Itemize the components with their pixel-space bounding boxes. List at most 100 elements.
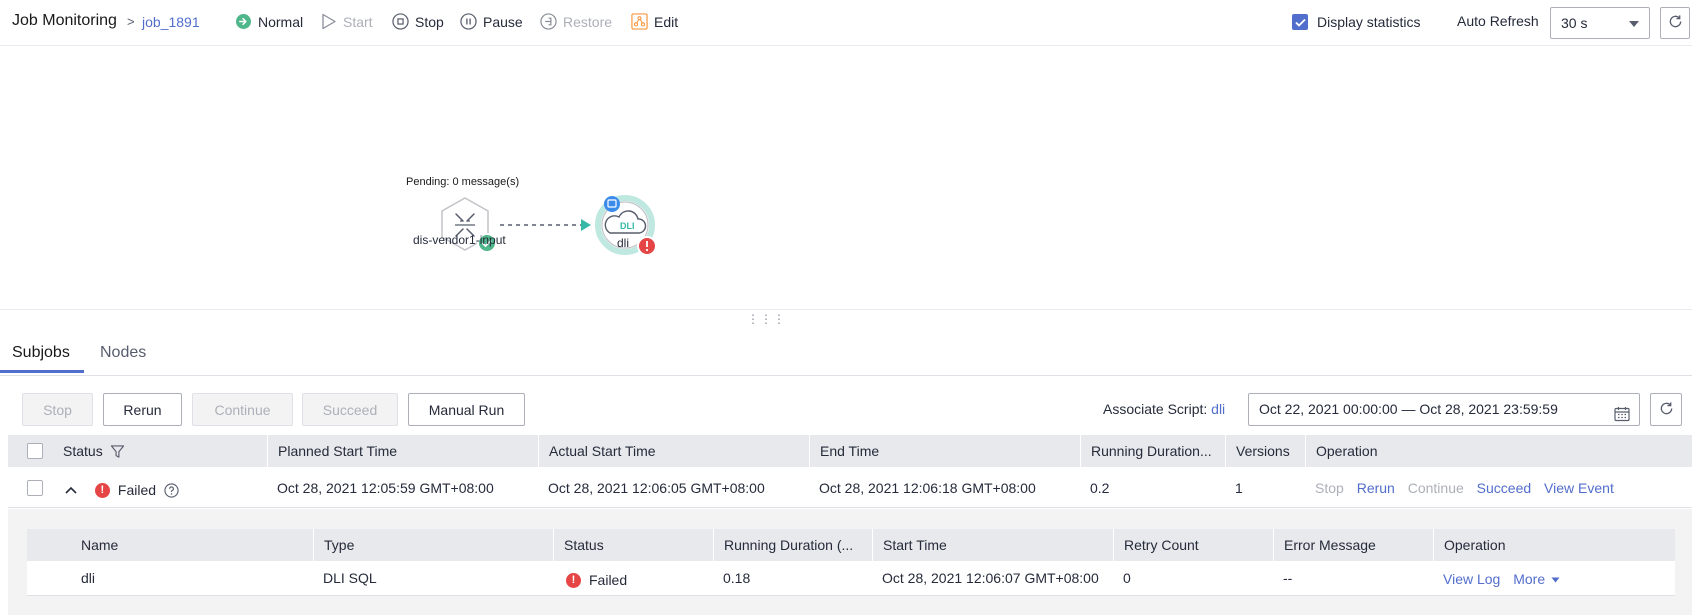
dag-graph (441, 195, 657, 256)
select-all-checkbox[interactable] (27, 443, 43, 459)
expand-chevron-icon[interactable] (65, 469, 77, 509)
col-actual-start[interactable]: Actual Start Time (538, 435, 809, 467)
more-label: More (1513, 571, 1546, 587)
chevron-down-icon (1629, 21, 1639, 27)
display-statistics-checkbox[interactable] (1292, 14, 1308, 30)
target-node-badge: DLI (620, 221, 635, 231)
failed-icon: ! (566, 573, 581, 588)
node-status-text: Failed (589, 572, 628, 588)
restore-icon (540, 13, 557, 30)
rerun-button[interactable]: Rerun (103, 393, 182, 426)
col-status[interactable]: Status (53, 435, 267, 467)
nodes-table-header: Name Type Status Running Duration (... S… (27, 529, 1675, 561)
node-retry-count: 0 (1123, 570, 1131, 586)
play-icon (320, 13, 337, 30)
job-state: Normal (235, 13, 303, 30)
refresh-button[interactable] (1660, 7, 1690, 39)
stop-icon (392, 13, 409, 30)
col-node-status[interactable]: Status (553, 529, 713, 561)
job-dag-canvas[interactable]: Pending: 0 message(s) DLI dis-vendor1-in… (0, 47, 1692, 310)
associate-script-label: Associate Script: (1103, 401, 1208, 417)
normal-status-icon (235, 13, 252, 30)
failed-icon: ! (94, 482, 110, 498)
col-start-time[interactable]: Start Time (872, 529, 1113, 561)
continue-button[interactable]: Continue (192, 393, 293, 426)
node-row[interactable]: dli DLI SQL ! Failed 0.18 Oct 28, 2021 1… (27, 561, 1675, 596)
manual-run-button[interactable]: Manual Run (408, 393, 525, 426)
restore-label: Restore (563, 13, 613, 30)
display-statistics-toggle[interactable]: Display statistics (1292, 14, 1420, 30)
row-duration: 0.2 (1090, 480, 1110, 496)
help-icon[interactable] (164, 482, 179, 498)
row-continue-link[interactable]: Continue (1408, 480, 1464, 496)
col-name[interactable]: Name (27, 529, 313, 561)
error-badge-icon (637, 236, 657, 256)
stop-subjob-button[interactable]: Stop (22, 393, 93, 426)
auto-refresh-label: Auto Refresh (1457, 13, 1539, 29)
breadcrumb-job-link[interactable]: job_1891 (142, 14, 200, 30)
col-retry-count[interactable]: Retry Count (1113, 529, 1273, 561)
edit-button[interactable]: Edit (631, 13, 678, 30)
node-type: DLI SQL (323, 570, 377, 586)
target-node-label: dli (617, 236, 630, 250)
row-operations: Stop Rerun Continue Succeed View Event (1305, 468, 1623, 508)
filter-icon[interactable] (110, 438, 125, 467)
source-node-label: dis-vendor1-input (413, 233, 506, 247)
node-status-badge: ! Failed (566, 563, 627, 598)
row-versions: 1 (1235, 480, 1243, 496)
job-state-label: Normal (258, 13, 304, 30)
col-end-time[interactable]: End Time (809, 435, 1080, 467)
table-row[interactable]: ! Failed Oct 28, 2021 12:05:59 GMT+08:00… (8, 468, 1692, 508)
auto-refresh-select[interactable]: 30 s (1550, 7, 1650, 39)
succeed-button[interactable]: Succeed (302, 393, 398, 426)
resize-handle[interactable]: ⋮⋮⋮ (747, 313, 786, 325)
monitor-badge-icon (604, 196, 620, 212)
row-rerun-link[interactable]: Rerun (1357, 480, 1395, 496)
status-badge: ! Failed (94, 470, 179, 510)
col-error-message[interactable]: Error Message (1273, 529, 1433, 561)
display-statistics-label: Display statistics (1317, 14, 1421, 30)
start-button[interactable]: Start (320, 13, 373, 30)
pause-button[interactable]: Pause (460, 13, 523, 30)
row-planned-start: Oct 28, 2021 12:05:59 GMT+08:00 (277, 480, 494, 496)
row-actual-start: Oct 28, 2021 12:06:05 GMT+08:00 (548, 480, 765, 496)
refresh-icon (1668, 14, 1683, 32)
row-checkbox[interactable] (27, 480, 43, 496)
col-running-duration[interactable]: Running Duration... (1080, 435, 1225, 467)
row-succeed-link[interactable]: Succeed (1477, 480, 1531, 496)
more-dropdown[interactable]: More (1513, 571, 1560, 587)
status-text: Failed (117, 482, 157, 498)
node-operations: View Log More (1433, 561, 1569, 596)
view-log-link[interactable]: View Log (1443, 571, 1500, 587)
refresh-icon (1659, 401, 1674, 419)
table-refresh-button[interactable] (1650, 393, 1682, 426)
date-range-value: Oct 22, 2021 00:00:00 — Oct 28, 2021 23:… (1259, 401, 1558, 417)
col-versions[interactable]: Versions (1225, 435, 1305, 467)
select-all-cell (8, 435, 53, 467)
row-view-event-link[interactable]: View Event (1544, 480, 1614, 496)
expanded-row-panel: Name Type Status Running Duration (... S… (8, 509, 1692, 615)
header-bar: Job Monitoring > job_1891 Normal Start S… (0, 0, 1692, 46)
stop-label: Stop (415, 13, 444, 30)
associate-script-link[interactable]: dli (1211, 401, 1225, 417)
restore-button[interactable]: Restore (540, 13, 612, 30)
node-start-time: Oct 28, 2021 12:06:07 GMT+08:00 (882, 570, 1099, 586)
caret-down-icon (1551, 561, 1560, 596)
start-label: Start (343, 13, 373, 30)
pause-label: Pause (483, 13, 523, 30)
tab-nodes[interactable]: Nodes (100, 344, 146, 373)
dag-edge (500, 219, 591, 231)
date-range-picker[interactable]: Oct 22, 2021 00:00:00 — Oct 28, 2021 23:… (1248, 393, 1640, 426)
page-title: Job Monitoring (12, 12, 117, 29)
associate-script: Associate Script: dli (1103, 401, 1225, 417)
col-planned-start[interactable]: Planned Start Time (267, 435, 538, 467)
col-node-duration[interactable]: Running Duration (... (713, 529, 872, 561)
col-operation: Operation (1305, 435, 1692, 467)
row-status-cell: ! Failed (53, 468, 267, 508)
edit-icon (631, 13, 648, 30)
col-type[interactable]: Type (313, 529, 553, 561)
row-stop-link[interactable]: Stop (1315, 480, 1344, 496)
tab-subjobs[interactable]: Subjobs (0, 344, 84, 373)
stop-button[interactable]: Stop (392, 13, 444, 30)
pause-icon (460, 13, 477, 30)
